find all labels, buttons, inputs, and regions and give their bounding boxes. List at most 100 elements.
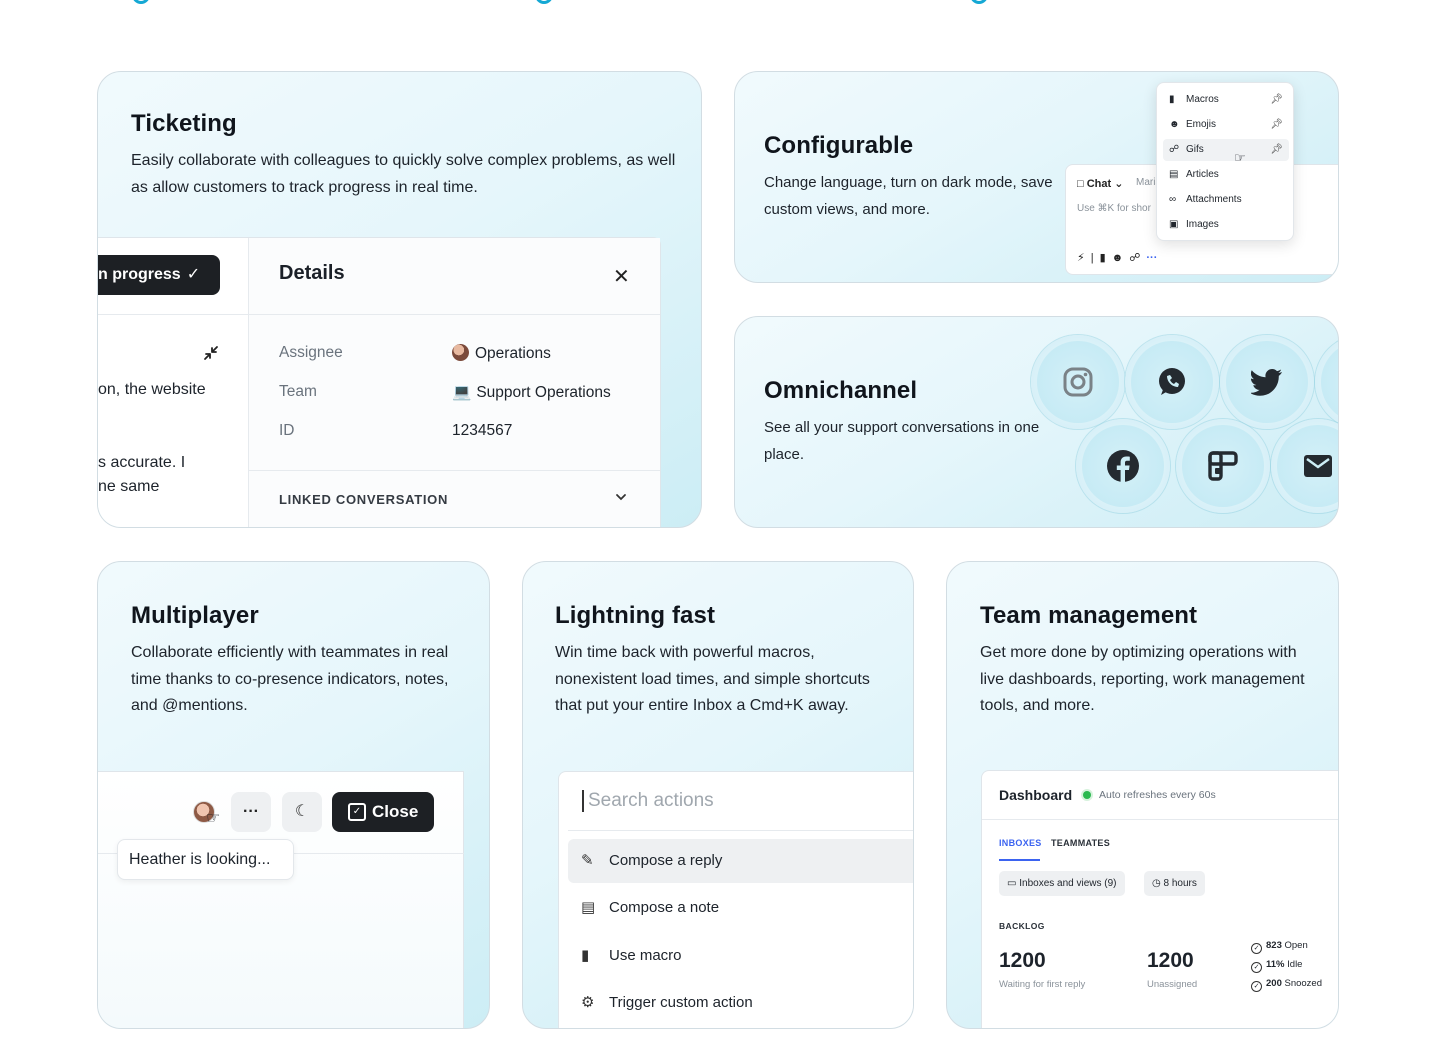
hand-cursor-icon: ☞ (206, 810, 221, 827)
search-input[interactable]: Search actions (582, 790, 714, 812)
menu-item-gifs[interactable]: ☍ Gifs 📌︎ (1163, 139, 1289, 161)
details-header: Details ✕ (249, 238, 660, 315)
action-use-macro[interactable]: ▮ Use macro (568, 934, 913, 978)
card-description: Change language, turn on dark mode, save… (764, 174, 1053, 218)
conversation-panel: ☞ ··· ☾ ✓ Close Heather is looking... (98, 771, 464, 1028)
in-progress-button[interactable]: n progress ✓ (98, 255, 220, 295)
message-text: ne same (98, 478, 160, 495)
decorative-dot (132, 0, 150, 4)
chevron-down-icon[interactable] (615, 490, 627, 506)
twitter-icon (1220, 335, 1314, 429)
pin-icon[interactable]: 📌︎ (1270, 89, 1283, 111)
gif-icon[interactable]: ☍ (1129, 252, 1146, 264)
inboxes-filter[interactable]: ▭ Inboxes and views (9) (999, 871, 1125, 896)
collapse-icon[interactable] (202, 344, 220, 367)
active-tab-indicator (999, 859, 1040, 861)
team-value[interactable]: 💻 Support Operations (452, 383, 611, 402)
assignee-name: Operations (475, 345, 551, 362)
command-palette: Search actions ✎ Compose a reply ▤ Compose… (558, 771, 913, 1028)
omnichannel-card: Omnichannel See all your support convers… (734, 316, 1339, 528)
close-icon[interactable]: ✕ (613, 264, 630, 289)
snooze-button[interactable]: ☾ (282, 792, 322, 832)
channel-selector[interactable]: □ Chat ⌄ (1077, 177, 1123, 190)
decorative-dot (535, 0, 553, 4)
book-icon: ▤ (1169, 169, 1179, 180)
id-label: ID (279, 422, 295, 439)
action-compose-reply[interactable]: ✎ Compose a reply (568, 839, 913, 883)
bookmark-icon[interactable]: ▮ (1100, 252, 1112, 264)
menu-item-macros[interactable]: ▮ Macros 📌︎ (1163, 89, 1289, 111)
metric-label: Unassigned (1147, 979, 1198, 990)
message-text: s accurate. I (98, 454, 186, 471)
stat-value: 11% (1266, 959, 1285, 970)
card-title: Multiplayer (131, 602, 259, 629)
chevron-down-icon: ⌄ (1114, 178, 1124, 190)
menu-item-label: Attachments (1186, 194, 1242, 205)
pin-icon[interactable]: 📌︎ (1270, 139, 1283, 161)
live-status-dot (1083, 791, 1091, 799)
stat-value: 200 (1266, 978, 1282, 989)
divider (568, 830, 913, 831)
close-button[interactable]: ✓ Close (332, 792, 434, 832)
channel-label: Chat (1086, 178, 1112, 190)
dashboard-panel: Dashboard Auto refreshes every 60s INBOX… (981, 770, 1338, 1028)
details-pane: Details ✕ Assignee Operations Team 💻 Supp… (249, 238, 660, 527)
menu-item-label: Articles (1186, 169, 1219, 180)
action-label: Compose a note (609, 899, 720, 916)
card-description: Get more done by optimizing operations w… (980, 644, 1305, 714)
menu-item-label: Images (1186, 219, 1219, 230)
pin-icon[interactable]: 📌︎ (1270, 114, 1283, 136)
insert-menu: ▮ Macros 📌︎ ☻ Emojis 📌︎ ☍ Gifs 📌︎ ▤ Articles ∞ A… (1156, 82, 1294, 241)
menu-item-attachments[interactable]: ∞ Attachments (1163, 189, 1289, 211)
facebook-icon (1076, 419, 1170, 513)
configurable-card: Configurable Change language, turn on da… (734, 71, 1339, 283)
action-label: Compose a reply (609, 852, 723, 869)
action-trigger-custom[interactable]: ⚙ Trigger custom action (568, 981, 913, 1025)
conversation-header: n progress ✓ (98, 238, 248, 315)
tab-inboxes[interactable]: INBOXES (999, 838, 1042, 848)
refresh-status: Auto refreshes every 60s (1099, 789, 1216, 801)
action-compose-note[interactable]: ▤ Compose a note (568, 886, 913, 930)
section-label: BACKLOG (999, 921, 1045, 931)
action-label: Use macro (609, 947, 682, 964)
metric-label: Waiting for first reply (999, 979, 1086, 990)
menu-item-articles[interactable]: ▤ Articles (1163, 164, 1289, 186)
id-value: 1234567 (452, 422, 513, 439)
more-icon[interactable]: ··· (1146, 252, 1157, 264)
tab-teammates[interactable]: TEAMMATES (1051, 838, 1110, 848)
chat-icon: □ (1077, 178, 1084, 190)
edit-icon: ✎ (581, 852, 594, 869)
stat-idle: ✓ 11% Idle (1251, 959, 1302, 973)
ticketing-card: Ticketing Easily collaborate with collea… (97, 71, 702, 528)
stat-label: Idle (1287, 959, 1303, 970)
presence-tooltip: Heather is looking... (117, 839, 294, 880)
menu-item-images[interactable]: ▣ Images (1163, 214, 1289, 236)
hand-cursor-icon: ☞ (1234, 150, 1246, 165)
clock-icon: ◷ (1152, 878, 1161, 889)
time-range-filter[interactable]: ◷ 8 hours (1144, 871, 1205, 896)
more-button[interactable]: ··· (231, 792, 271, 832)
check-circle-icon: ✓ (1251, 981, 1262, 992)
composer-input[interactable]: Use ⌘K for shor (1077, 203, 1151, 214)
conversation-pane: n progress ✓ on, the website s accurate. … (98, 238, 249, 527)
chip-label: 8 hours (1163, 878, 1197, 889)
card-description: See all your support conversations in on… (764, 419, 1040, 463)
divider (982, 819, 1338, 820)
decorative-bubble (1315, 335, 1338, 429)
card-description: Easily collaborate with colleagues to qu… (131, 152, 676, 196)
team-name: Support Operations (476, 384, 611, 401)
linked-conversation-header[interactable]: LINKED CONVERSATION (279, 492, 448, 507)
webhook-icon: ⚙ (581, 994, 595, 1011)
stat-open: ✓ 823 Open (1251, 940, 1308, 954)
card-title: Lightning fast (555, 602, 716, 629)
lightning-icon[interactable]: ⚡︎ (1077, 252, 1091, 264)
menu-item-emojis[interactable]: ☻ Emojis 📌︎ (1163, 114, 1289, 136)
ticket-window: n progress ✓ on, the website s accurate. … (98, 237, 661, 527)
assignee-value[interactable]: Operations (452, 344, 551, 363)
archive-icon: ✓ (348, 803, 366, 821)
menu-item-label: Emojis (1186, 119, 1217, 130)
check-icon: ✓ (186, 266, 201, 283)
card-description: Collaborate efficiently with teammates i… (131, 644, 449, 714)
card-title: Team management (980, 602, 1198, 629)
emoji-icon[interactable]: ☻ (1112, 252, 1130, 264)
